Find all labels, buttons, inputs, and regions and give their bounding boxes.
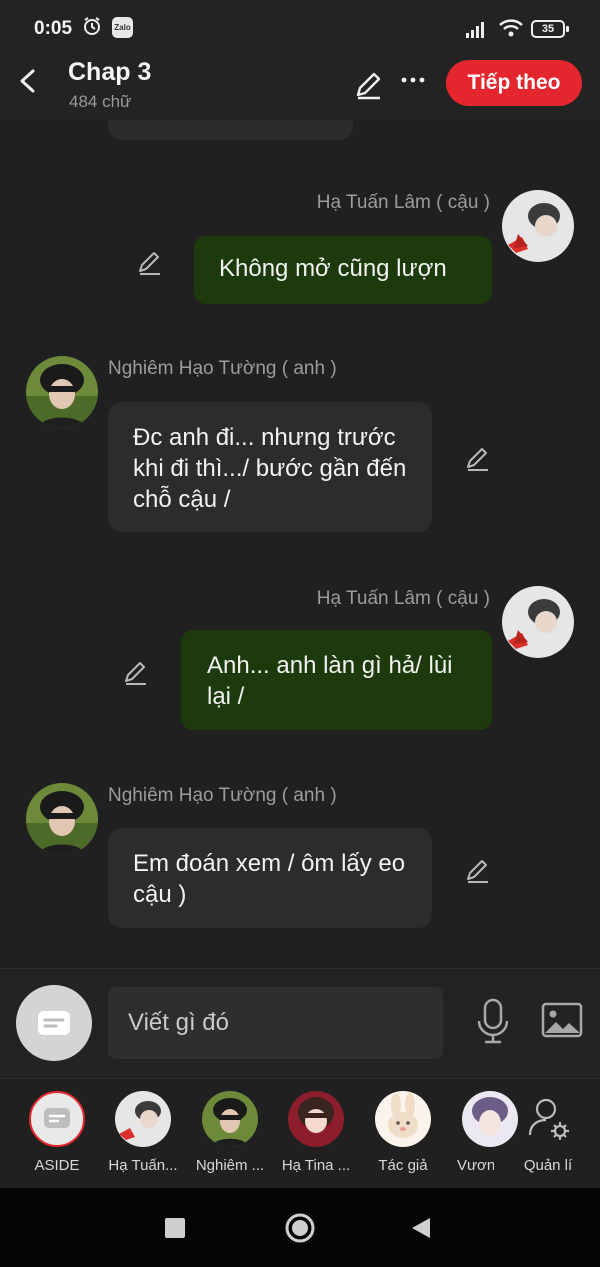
message-bubble: Em đoán xem / ôm lấy eo cậu ): [108, 828, 432, 928]
edit-message-icon[interactable]: [464, 856, 492, 884]
sender-name: Nghiêm Hạo Tường ( anh ): [108, 358, 337, 379]
message-bubble: Không mở cũng lượn: [194, 236, 492, 304]
sender-name: Hạ Tuấn Lâm ( cậu ): [316, 192, 490, 213]
character-bar: ASIDE Hạ Tuấn... Nghiêm ... Hạ Tina ... …: [0, 1078, 600, 1189]
recent-apps-icon[interactable]: [165, 1218, 185, 1238]
chat-area: Hạ Tuấn Lâm ( cậu ) Không mở cũng lượn N…: [0, 120, 600, 968]
edit-message-icon[interactable]: [122, 658, 150, 686]
microphone-icon[interactable]: [474, 997, 512, 1045]
signal-icon: [466, 22, 484, 38]
character-label: Hạ Tuấn...: [108, 1157, 178, 1174]
character-vuong[interactable]: Vương: [448, 1091, 518, 1174]
avatar: [375, 1091, 431, 1147]
image-icon[interactable]: [541, 1002, 583, 1038]
home-icon[interactable]: [284, 1212, 316, 1244]
back-arrow-icon[interactable]: [14, 66, 42, 96]
character-label: Hạ Tina ...: [281, 1157, 351, 1174]
message-bubble: Đc anh đi... nhưng trước khi đi thì.../ …: [108, 402, 432, 532]
more-options-icon[interactable]: [400, 68, 426, 92]
zalo-icon: Zalo: [112, 17, 133, 38]
alarm-icon: [84, 17, 100, 35]
character-label: ASIDE: [34, 1157, 80, 1174]
character-label: Quản lí: [523, 1157, 573, 1174]
avatar[interactable]: [502, 586, 574, 658]
status-time: 0:05: [34, 18, 73, 39]
character-aside[interactable]: ASIDE: [15, 1091, 99, 1174]
aside-toggle-button[interactable]: [16, 985, 92, 1061]
sender-name: Nghiêm Hạo Tường ( anh ): [108, 785, 337, 806]
character-tac-gia[interactable]: Tác giả: [361, 1091, 445, 1174]
manage-characters-icon: [520, 1091, 576, 1147]
character-manager[interactable]: Quản lí: [506, 1091, 590, 1174]
character-label: Vương: [457, 1157, 494, 1174]
chapter-title: Chap 3: [68, 58, 152, 86]
battery-icon: 35: [531, 20, 569, 38]
edit-message-icon[interactable]: [136, 248, 164, 276]
avatar: [288, 1091, 344, 1147]
avatar: [202, 1091, 258, 1147]
message-bubble: Anh... anh làn gì hả/ lùi lại /: [181, 630, 492, 730]
edit-pen-icon[interactable]: [354, 70, 384, 100]
avatar: [115, 1091, 171, 1147]
message-composer: Viết gì đó: [0, 968, 600, 1079]
character-ha-tuan-lam[interactable]: Hạ Tuấn...: [101, 1091, 185, 1174]
chapter-header: Chap 3 484 chữ Tiếp theo: [0, 56, 600, 120]
word-count: 484 chữ: [69, 92, 132, 111]
status-bar: 0:05 Zalo 35: [0, 0, 600, 56]
avatar[interactable]: [26, 783, 98, 855]
message-input[interactable]: Viết gì đó: [108, 987, 443, 1059]
back-icon[interactable]: [410, 1216, 432, 1240]
wifi-icon: [499, 19, 523, 37]
edit-message-icon[interactable]: [464, 444, 492, 472]
character-nghiem-hao-tuong[interactable]: Nghiêm ...: [188, 1091, 272, 1174]
character-label: Tác giả: [378, 1157, 428, 1174]
character-label: Nghiêm ...: [195, 1157, 265, 1174]
sender-name: Hạ Tuấn Lâm ( cậu ): [316, 588, 490, 609]
character-ha-tina[interactable]: Hạ Tina ...: [274, 1091, 358, 1174]
aside-icon: [38, 1011, 70, 1035]
avatar[interactable]: [26, 356, 98, 428]
previous-message-bubble: [108, 120, 353, 140]
system-nav-bar: [0, 1188, 600, 1267]
next-chapter-button[interactable]: Tiếp theo: [446, 60, 582, 106]
aside-icon: [29, 1091, 85, 1147]
avatar[interactable]: [502, 190, 574, 262]
